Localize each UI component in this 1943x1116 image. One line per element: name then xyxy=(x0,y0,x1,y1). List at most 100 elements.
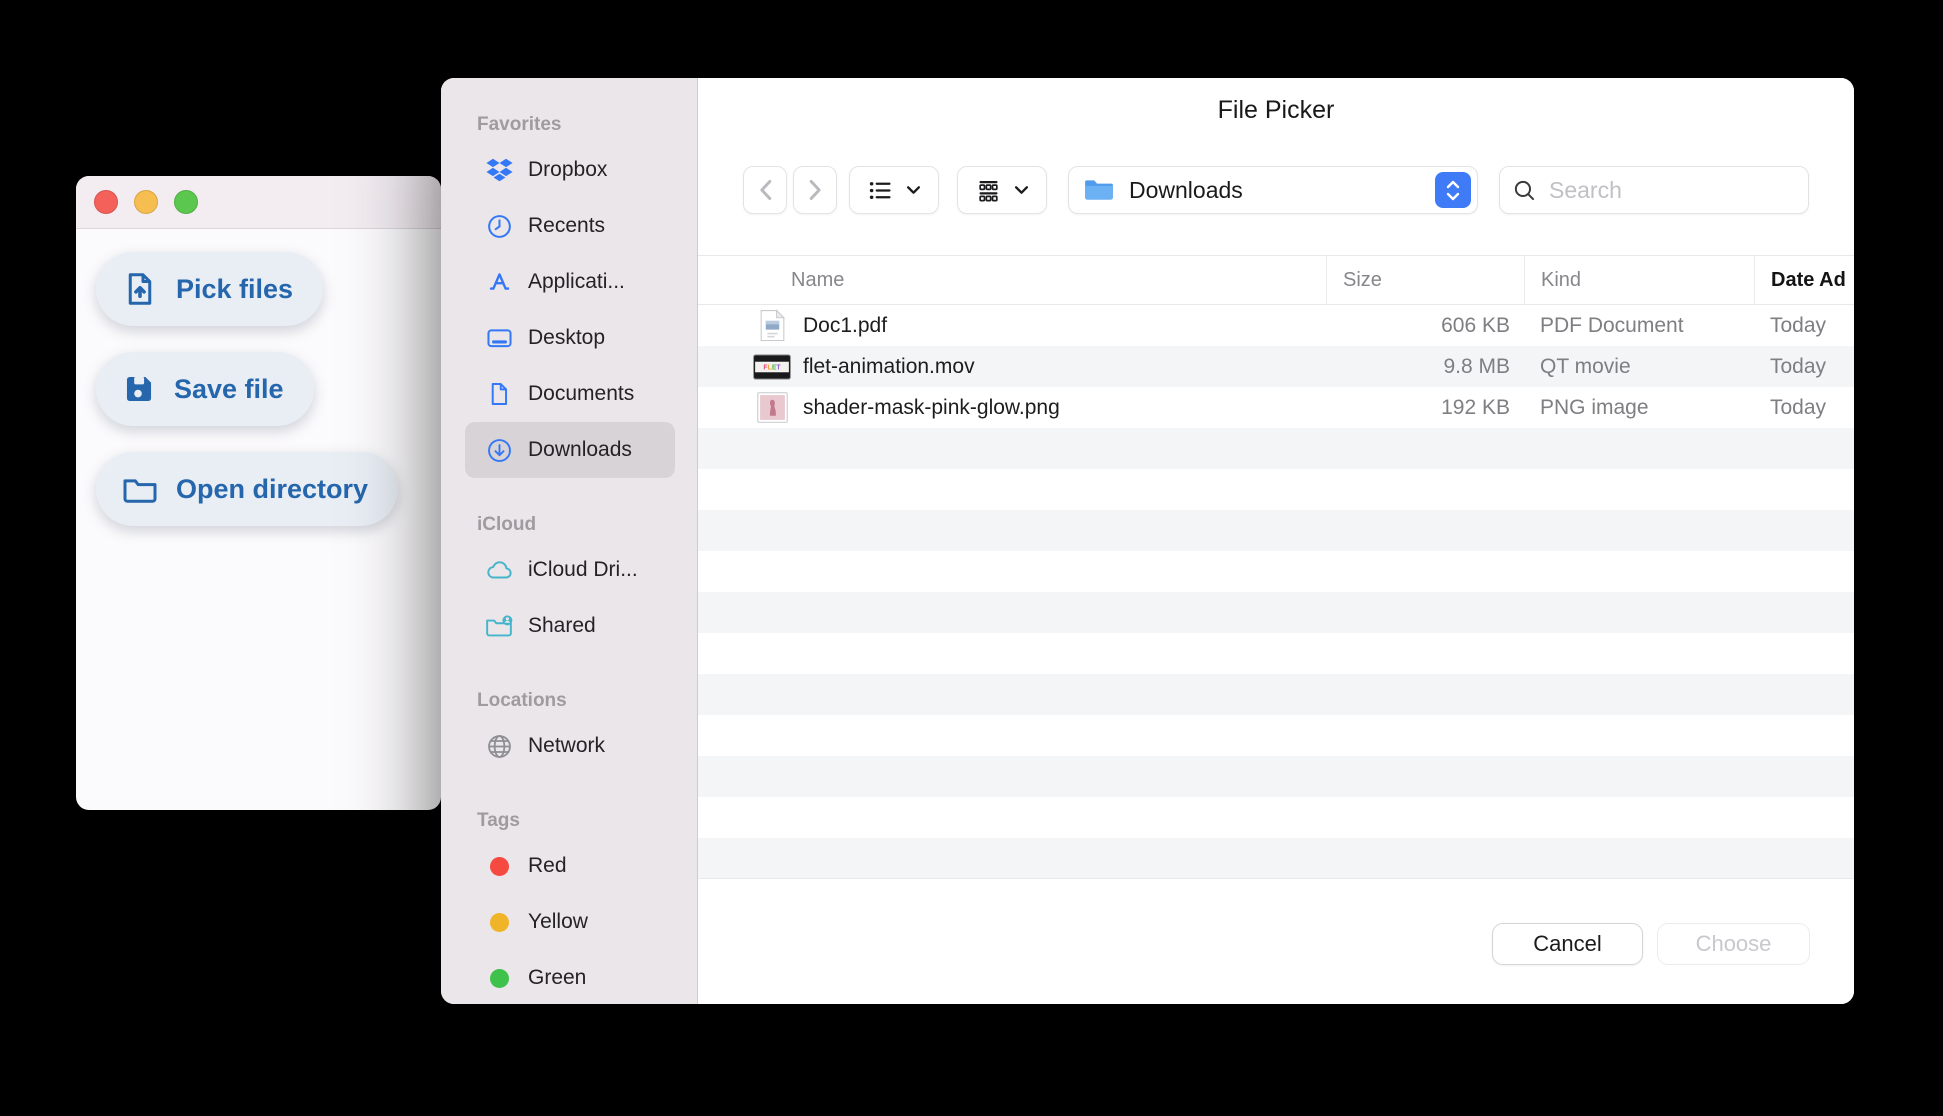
blue-folder-icon xyxy=(1083,177,1115,203)
sidebar-item-label: Green xyxy=(528,966,587,989)
search-field[interactable] xyxy=(1499,166,1809,214)
green-tag-dot-icon xyxy=(485,968,513,988)
file-date-added: Today xyxy=(1770,313,1827,337)
yellow-tag-dot-icon xyxy=(485,912,513,932)
table-row-flet-animation-mov[interactable]: FLET flet-animation.mov 9.8 MB QT movie … xyxy=(698,346,1854,387)
file-list: Doc1.pdf 606 KB PDF Document Today FLET … xyxy=(698,305,1854,879)
table-row-shader-mask-pink-glow-png[interactable]: shader-mask-pink-glow.png 192 KB PNG ima… xyxy=(698,387,1854,428)
empty-row xyxy=(698,510,1854,551)
file-kind: PDF Document xyxy=(1540,313,1684,337)
sidebar-item-downloads[interactable]: Downloads xyxy=(465,422,675,478)
sidebar-item-desktop[interactable]: Desktop xyxy=(465,310,675,366)
sidebar-item-documents[interactable]: Documents xyxy=(465,366,675,422)
empty-row xyxy=(698,428,1854,469)
sidebar-section-tags: Tags xyxy=(477,810,520,831)
column-header-size[interactable]: Size xyxy=(1326,256,1524,304)
sidebar-item-label: Recents xyxy=(528,214,606,237)
choose-button[interactable]: Choose xyxy=(1657,923,1810,965)
save-file-button[interactable]: Save file xyxy=(96,352,314,426)
file-size: 192 KB xyxy=(1441,395,1510,419)
search-input[interactable] xyxy=(1547,175,1796,205)
empty-row xyxy=(698,551,1854,592)
back-button[interactable] xyxy=(743,166,787,214)
pick-files-button[interactable]: Pick files xyxy=(96,252,324,326)
empty-row xyxy=(698,797,1854,838)
globe-icon xyxy=(485,733,513,760)
open-directory-button[interactable]: Open directory xyxy=(96,452,399,526)
appstore-icon xyxy=(485,269,513,296)
dropbox-icon xyxy=(485,157,513,184)
sidebar-item-tag-red[interactable]: Red xyxy=(465,838,675,894)
chevron-right-icon xyxy=(808,179,823,201)
empty-row xyxy=(698,756,1854,797)
sidebar-item-label: Red xyxy=(528,854,567,877)
table-header: Name Size Kind Date Ad xyxy=(698,255,1854,305)
sidebar-item-label: Shared xyxy=(528,614,596,637)
zoom-traffic-light[interactable] xyxy=(174,190,198,214)
save-file-label: Save file xyxy=(174,373,284,404)
file-size: 9.8 MB xyxy=(1443,354,1510,378)
sidebar-section-locations: Locations xyxy=(477,690,567,711)
sidebar-item-label: Applicati... xyxy=(528,270,625,293)
sidebar-item-shared[interactable]: Shared xyxy=(465,598,675,654)
dialog-footer: Cancel Choose xyxy=(698,878,1854,1004)
empty-row xyxy=(698,715,1854,756)
sidebar-item-network[interactable]: Network xyxy=(465,718,675,774)
sidebar-item-label: Downloads xyxy=(528,438,632,461)
toolbar: Downloads xyxy=(698,166,1854,214)
sidebar-item-icloud-drive[interactable]: iCloud Dri... xyxy=(465,542,675,598)
chevron-left-icon xyxy=(758,179,773,201)
close-traffic-light[interactable] xyxy=(94,190,118,214)
movie-file-icon: FLET xyxy=(753,353,791,380)
column-header-name[interactable]: Name xyxy=(698,256,1326,304)
image-file-icon xyxy=(753,392,791,423)
app-window-titlebar xyxy=(76,176,441,229)
search-icon xyxy=(1512,178,1537,203)
empty-row xyxy=(698,592,1854,633)
red-tag-dot-icon xyxy=(485,856,513,876)
file-name: shader-mask-pink-glow.png xyxy=(803,395,1060,419)
table-row-doc1-pdf[interactable]: Doc1.pdf 606 KB PDF Document Today xyxy=(698,305,1854,346)
file-name: flet-animation.mov xyxy=(803,354,975,378)
sidebar-item-label: Desktop xyxy=(528,326,606,349)
download-circle-icon xyxy=(485,437,513,464)
forward-button[interactable] xyxy=(793,166,837,214)
empty-row xyxy=(698,469,1854,510)
sidebar-item-label: Documents xyxy=(528,382,635,405)
sidebar-item-tag-green[interactable]: Green xyxy=(465,950,675,1004)
cancel-button[interactable]: Cancel xyxy=(1492,923,1643,965)
dialog-title: File Picker xyxy=(1217,96,1335,124)
sidebar-section-favorites: Favorites xyxy=(477,114,562,135)
empty-row xyxy=(698,633,1854,674)
column-header-date-added[interactable]: Date Ad xyxy=(1754,256,1854,304)
chevron-down-icon xyxy=(1014,185,1029,195)
floppy-disk-icon xyxy=(122,372,156,406)
location-dropdown[interactable]: Downloads xyxy=(1068,166,1478,214)
clock-icon xyxy=(485,213,513,240)
empty-row xyxy=(698,838,1854,879)
empty-row xyxy=(698,674,1854,715)
sidebar-item-recents[interactable]: Recents xyxy=(465,198,675,254)
sidebar-item-label: Network xyxy=(528,734,606,757)
folder-icon xyxy=(122,474,158,504)
minimize-traffic-light[interactable] xyxy=(134,190,158,214)
file-name: Doc1.pdf xyxy=(803,313,888,337)
file-picker-dialog: Favorites Dropbox Recents Applicati... D… xyxy=(441,78,1854,1004)
app-window: Pick files Save file Open directory xyxy=(76,176,441,810)
pdf-file-icon xyxy=(753,309,791,342)
pick-files-label: Pick files xyxy=(176,273,294,304)
file-date-added: Today xyxy=(1770,354,1827,378)
svg-text:FLET: FLET xyxy=(763,364,781,371)
view-mode-dropdown[interactable] xyxy=(849,166,939,214)
column-header-kind[interactable]: Kind xyxy=(1524,256,1754,304)
sidebar-item-tag-yellow[interactable]: Yellow xyxy=(465,894,675,950)
sidebar-item-dropbox[interactable]: Dropbox xyxy=(465,142,675,198)
sidebar-section-icloud: iCloud xyxy=(477,514,537,535)
list-view-icon xyxy=(867,177,894,204)
sidebar: Favorites Dropbox Recents Applicati... D… xyxy=(441,78,698,1004)
sidebar-item-applications[interactable]: Applicati... xyxy=(465,254,675,310)
group-by-dropdown[interactable] xyxy=(957,166,1047,214)
desktop-icon xyxy=(485,325,513,352)
file-size: 606 KB xyxy=(1441,313,1510,337)
location-dropdown-value: Downloads xyxy=(1129,176,1243,203)
